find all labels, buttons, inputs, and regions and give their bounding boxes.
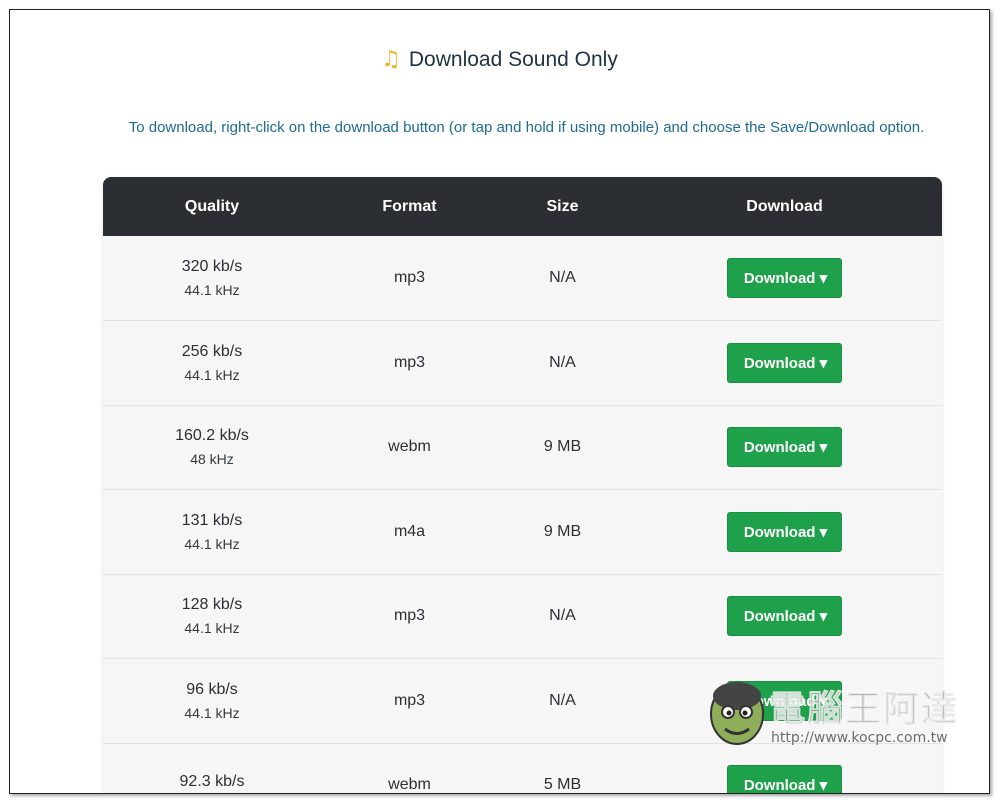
download-button[interactable]: Download ▾ — [726, 258, 843, 298]
download-cell: Download ▾ — [627, 743, 942, 793]
quality-cell: 128 kb/s 44.1 kHz — [103, 574, 321, 659]
quality-cell: 320 kb/s 44.1 kHz — [103, 236, 321, 321]
quality-cell: 92.3 kb/s — [103, 743, 321, 793]
download-button[interactable]: Download ▾ — [726, 342, 843, 383]
download-button[interactable]: Download ▾ — [726, 765, 843, 793]
page-title-text: Download Sound Only — [408, 48, 618, 71]
format-cell: mp3 — [393, 607, 426, 625]
table-row: 160.2 kb/s 48 kHz webm 9 MB Download ▾ — [103, 405, 942, 490]
sample-rate: 44.1 kHz — [184, 535, 240, 552]
sample-rate: 44.1 kHz — [184, 366, 240, 383]
column-header-size: Size — [546, 197, 579, 215]
bitrate: 256 kb/s — [181, 342, 243, 360]
download-cell: Download ▾ — [627, 321, 942, 406]
download-button[interactable]: Download ▾ — [726, 511, 843, 552]
table-header-row: Quality Format Size Download — [103, 177, 942, 236]
download-cell: Download ▾ — [627, 405, 942, 490]
format-cell: mp3 — [393, 691, 426, 709]
download-button[interactable]: Download ▾ — [726, 427, 843, 468]
page-title: ♫ Download Sound Only — [10, 48, 989, 72]
bitrate: 160.2 kb/s — [175, 427, 249, 445]
table-row: 256 kb/s 44.1 kHz mp3 N/A Download ▾ — [103, 320, 942, 406]
quality-cell: 131 kb/s 44.1 kHz — [103, 490, 321, 575]
table-row: 92.3 kb/s webm 5 MB Download ▾ — [103, 743, 942, 794]
column-header-format: Format — [382, 197, 437, 215]
table-row: 96 kb/s 44.1 kHz mp3 N/A Download ▾ — [103, 658, 942, 744]
download-button[interactable]: Download ▾ — [726, 596, 843, 637]
format-cell: webm — [388, 776, 431, 794]
download-button[interactable]: Download ▾ — [726, 680, 843, 721]
bitrate: 128 kb/s — [181, 596, 243, 614]
bitrate: 96 kb/s — [186, 680, 238, 698]
column-header-quality: Quality — [184, 197, 240, 215]
size-cell: N/A — [549, 607, 576, 625]
download-cell: Download ▾ — [627, 659, 942, 744]
sample-rate: 44.1 kHz — [184, 282, 240, 298]
quality-cell: 160.2 kb/s 48 kHz — [103, 405, 321, 490]
page-frame: ♫ Download Sound Only To download, right… — [9, 9, 990, 794]
column-header-download: Download — [746, 197, 823, 215]
download-cell: Download ▾ — [627, 490, 942, 575]
size-cell: 9 MB — [543, 522, 582, 540]
download-cell: Download ▾ — [627, 236, 942, 321]
size-cell: N/A — [549, 269, 576, 286]
quality-cell: 256 kb/s 44.1 kHz — [103, 321, 321, 406]
sample-rate: 48 kHz — [190, 451, 234, 468]
bitrate: 131 kb/s — [181, 511, 243, 529]
table-row: 128 kb/s 44.1 kHz mp3 N/A Download ▾ — [103, 574, 942, 659]
bitrate: 320 kb/s — [181, 258, 243, 275]
size-cell: N/A — [549, 353, 576, 371]
size-cell: 9 MB — [543, 438, 582, 456]
format-cell: m4a — [393, 522, 426, 540]
format-cell: mp3 — [393, 269, 426, 286]
download-instructions: To download, right-click on the download… — [128, 119, 925, 136]
sample-rate: 44.1 kHz — [184, 620, 240, 637]
size-cell: N/A — [549, 691, 576, 709]
music-note-icon: ♫ — [381, 47, 401, 72]
format-cell: webm — [388, 438, 431, 456]
audio-download-table: Quality Format Size Download 320 kb/s 44… — [103, 177, 942, 794]
sample-rate: 44.1 kHz — [184, 704, 240, 721]
format-cell: mp3 — [393, 353, 426, 371]
quality-cell: 96 kb/s 44.1 kHz — [103, 659, 321, 744]
size-cell: 5 MB — [543, 776, 582, 794]
bitrate: 92.3 kb/s — [179, 773, 245, 791]
download-cell: Download ▾ — [627, 574, 942, 659]
table-row: 320 kb/s 44.1 kHz mp3 N/A Download ▾ — [103, 236, 942, 321]
table-row: 131 kb/s 44.1 kHz m4a 9 MB Download ▾ — [103, 489, 942, 575]
